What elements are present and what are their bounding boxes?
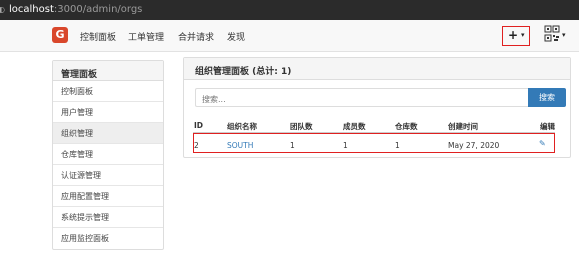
column-header-created: 创建时间	[448, 122, 478, 131]
sidebar-item-dashboard[interactable]: 控制面板	[53, 81, 163, 102]
cell-members: 1	[343, 141, 348, 150]
sidebar-item-config[interactable]: 应用配置管理	[53, 186, 163, 207]
column-header-id: ID	[194, 121, 204, 130]
org-name-link[interactable]: SOUTH	[227, 141, 253, 150]
plus-icon: +	[508, 28, 519, 42]
chevron-down-icon[interactable]: ▾	[562, 31, 566, 39]
cell-teams: 1	[290, 141, 295, 150]
sidebar-item-notices[interactable]: 系统提示管理	[53, 207, 163, 228]
nav-item-pull-requests[interactable]: 合并请求	[178, 30, 214, 43]
chevron-down-icon: ▾	[521, 31, 525, 39]
column-header-edit: 编辑	[540, 122, 555, 131]
create-new-button[interactable]: + ▾	[502, 26, 530, 46]
gitea-logo-icon[interactable]: G	[52, 27, 68, 43]
user-avatar[interactable]	[544, 25, 560, 43]
sidebar-item-users[interactable]: 用户管理	[53, 102, 163, 123]
sidebar-title: 管理面板	[53, 61, 163, 81]
column-header-name: 组织名称	[227, 122, 257, 131]
cell-created: May 27, 2020	[448, 141, 500, 150]
cell-repos: 1	[395, 141, 400, 150]
sidebar-item-organizations[interactable]: 组织管理	[53, 123, 163, 144]
search-button[interactable]: 搜索	[528, 88, 566, 107]
column-header-repos: 仓库数	[395, 122, 418, 131]
column-header-members: 成员数	[343, 122, 366, 131]
nav-item-explore[interactable]: 发现	[227, 30, 245, 43]
admin-sidebar: 管理面板 控制面板 用户管理 组织管理 仓库管理 认证源管理 应用配置管理 系统…	[52, 60, 164, 250]
sidebar-item-auth-sources[interactable]: 认证源管理	[53, 165, 163, 186]
panel-title: 组织管理面板 (总计: 1)	[184, 58, 570, 80]
url-host: localhost	[9, 4, 54, 15]
nav-item-issues[interactable]: 工单管理	[128, 30, 164, 43]
search-input[interactable]	[195, 88, 528, 107]
top-navbar: G 控制面板 工单管理 合并请求 发现	[0, 20, 579, 52]
sidebar-item-repositories[interactable]: 仓库管理	[53, 144, 163, 165]
column-header-teams: 团队数	[290, 122, 313, 131]
site-info-icon[interactable]: ◐	[0, 5, 5, 14]
edit-icon[interactable]: ✎	[539, 139, 546, 148]
sidebar-item-monitor[interactable]: 应用监控面板	[53, 228, 163, 249]
url-path: :3000/admin/orgs	[53, 4, 143, 15]
url-text[interactable]: localhost:3000/admin/orgs	[9, 3, 142, 16]
cell-id: 2	[194, 141, 199, 150]
browser-address-bar[interactable]: ◐ localhost:3000/admin/orgs	[0, 0, 579, 20]
nav-item-dashboard[interactable]: 控制面板	[80, 30, 116, 43]
